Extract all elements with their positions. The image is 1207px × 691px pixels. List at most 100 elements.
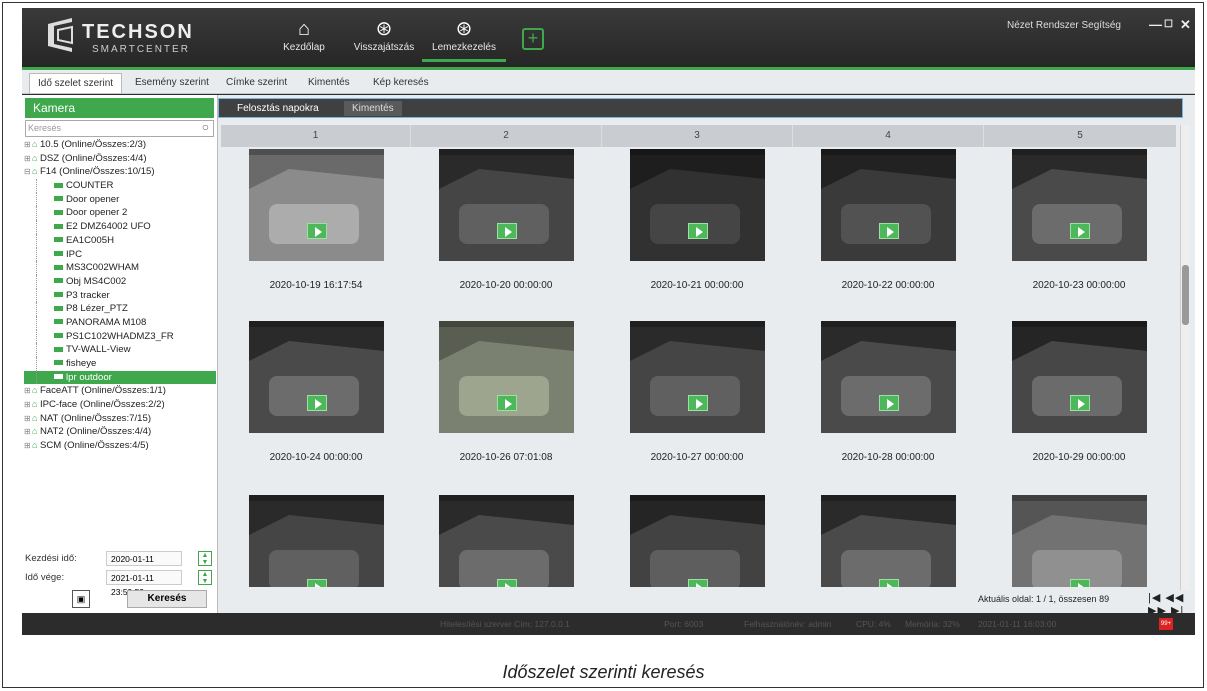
split-by-day-button[interactable]: Felosztás napokra bbox=[229, 101, 327, 116]
end-time-field[interactable]: 2021-01-11 23:59:59 bbox=[106, 570, 182, 597]
maximize-button[interactable]: ☐ bbox=[1164, 19, 1173, 30]
site-icon: ⌂ bbox=[32, 385, 40, 396]
tree-item[interactable]: fisheye bbox=[24, 357, 216, 371]
nav-playback-label: Visszajátszás bbox=[353, 42, 415, 53]
tree-item[interactable]: TV-WALL-View bbox=[24, 343, 216, 357]
tab-label[interactable]: Címke szerint bbox=[218, 73, 295, 93]
tree-item[interactable]: ⊞⌂ SCM (Online/Összes:4/5) bbox=[24, 439, 216, 453]
tree-item-label: IPC bbox=[66, 248, 82, 260]
expand-icon[interactable]: ⊞ bbox=[24, 384, 32, 398]
expand-icon[interactable]: ⊞ bbox=[24, 412, 32, 426]
expand-icon[interactable]: ⊞ bbox=[24, 138, 32, 152]
collapse-icon[interactable]: ⊟ bbox=[24, 165, 32, 179]
tree-item[interactable]: ⊞⌂ DSZ (Online/Összes:4/4) bbox=[24, 152, 216, 166]
column-header-1: 1 bbox=[221, 125, 411, 147]
recording-thumbnail[interactable] bbox=[249, 495, 384, 587]
recording-thumbnail[interactable] bbox=[439, 149, 574, 261]
recording-thumbnail[interactable] bbox=[630, 149, 765, 261]
play-icon[interactable] bbox=[1070, 223, 1090, 239]
recording-thumbnail[interactable] bbox=[1012, 149, 1147, 261]
tree-item-label: F14 (Online/Összes:10/15) bbox=[39, 166, 155, 178]
tree-item[interactable]: COUNTER bbox=[24, 179, 216, 193]
export-button[interactable]: Kimentés bbox=[344, 101, 402, 116]
play-icon[interactable] bbox=[879, 395, 899, 411]
nav-playback[interactable]: ⊛ Visszajátszás bbox=[342, 16, 426, 62]
play-icon[interactable] bbox=[879, 223, 899, 239]
recording-thumbnail[interactable] bbox=[630, 495, 765, 587]
status-user: Felhasználónév: admin bbox=[744, 619, 832, 629]
camera-search-input[interactable]: Keresés ○ bbox=[25, 120, 214, 137]
play-icon[interactable] bbox=[688, 395, 708, 411]
alert-badge[interactable]: 99+ bbox=[1159, 618, 1173, 630]
start-time-spinner[interactable]: ▲ ▼ bbox=[198, 551, 212, 566]
figure-caption: Időszelet szerinti keresés bbox=[502, 662, 705, 682]
export-icon[interactable]: ▣ bbox=[72, 590, 90, 608]
tree-item[interactable]: PS1C102WHADMZ3_FR bbox=[24, 329, 216, 344]
scrollbar-thumb[interactable] bbox=[1182, 265, 1189, 325]
add-tab-button[interactable]: + bbox=[522, 28, 544, 50]
video-frame bbox=[439, 321, 574, 433]
tree-item[interactable]: PANORAMA M108 bbox=[24, 315, 216, 330]
tree-item[interactable]: EA1C005H bbox=[24, 233, 216, 248]
recording-thumbnail[interactable] bbox=[821, 495, 956, 587]
play-icon[interactable] bbox=[497, 395, 517, 411]
film-reel-icon: ⊛ bbox=[375, 18, 393, 40]
camera-icon bbox=[54, 264, 63, 270]
play-icon[interactable] bbox=[688, 579, 708, 587]
close-button[interactable]: ✕ bbox=[1180, 17, 1191, 33]
tab-event[interactable]: Esemény szerint bbox=[127, 73, 217, 93]
search-button[interactable]: Keresés bbox=[127, 590, 207, 608]
play-icon[interactable] bbox=[307, 223, 327, 239]
home-icon: ⌂ bbox=[297, 18, 311, 40]
play-icon[interactable] bbox=[307, 579, 327, 587]
play-icon[interactable] bbox=[879, 579, 899, 587]
tree-item[interactable]: ⊞⌂ NAT (Online/Összes:7/15) bbox=[24, 412, 216, 426]
tree-item[interactable]: Door opener bbox=[24, 192, 216, 207]
start-time-field[interactable]: 2020-01-11 00:00:00 bbox=[106, 551, 182, 578]
tree-item[interactable]: MS3C002WHAM bbox=[24, 261, 216, 275]
tree-item[interactable]: E2 DMZ64002 UFO bbox=[24, 220, 216, 234]
tree-item[interactable]: ⊞⌂ 10.5 (Online/Összes:2/3) bbox=[24, 138, 216, 152]
recording-thumbnail[interactable] bbox=[439, 321, 574, 433]
tree-item[interactable]: IPC bbox=[24, 247, 216, 262]
play-icon[interactable] bbox=[1070, 395, 1090, 411]
tree-item[interactable]: ⊟⌂ F14 (Online/Összes:10/15) bbox=[24, 165, 216, 179]
end-time-spinner[interactable]: ▲ ▼ bbox=[198, 570, 212, 585]
play-icon[interactable] bbox=[497, 579, 517, 587]
tree-item[interactable]: Obj MS4C002 bbox=[24, 274, 216, 289]
tree-item[interactable]: ⊞⌂ IPC-face (Online/Összes:2/2) bbox=[24, 398, 216, 412]
expand-icon[interactable]: ⊞ bbox=[24, 152, 32, 166]
tab-export[interactable]: Kimentés bbox=[300, 73, 358, 93]
recording-thumbnail[interactable] bbox=[821, 321, 956, 433]
play-icon[interactable] bbox=[497, 223, 517, 239]
recording-thumbnail[interactable] bbox=[821, 149, 956, 261]
tree-item[interactable]: P3 tracker bbox=[24, 288, 216, 303]
nav-home[interactable]: ⌂ Kezdőlap bbox=[262, 16, 346, 62]
recording-thumbnail[interactable] bbox=[439, 495, 574, 587]
expand-icon[interactable]: ⊞ bbox=[24, 439, 32, 453]
expand-icon[interactable]: ⊞ bbox=[24, 398, 32, 412]
tab-time-slice[interactable]: Idő szelet szerint bbox=[29, 73, 123, 93]
tree-item[interactable]: lpr outdoor bbox=[24, 370, 216, 385]
recording-thumbnail[interactable] bbox=[630, 321, 765, 433]
grid-scrollbar[interactable] bbox=[1180, 125, 1190, 590]
tree-item[interactable]: Door opener 2 bbox=[24, 206, 216, 221]
recording-thumbnail[interactable] bbox=[1012, 321, 1147, 433]
tree-item[interactable]: P8 Lézer_PTZ bbox=[24, 302, 216, 316]
search-icon[interactable]: ○ bbox=[202, 120, 209, 135]
menu-bar[interactable]: Nézet Rendszer Segítség bbox=[1007, 20, 1121, 31]
recording-thumbnail[interactable] bbox=[249, 321, 384, 433]
tree-item[interactable]: ⊞⌂ NAT2 (Online/Összes:4/4) bbox=[24, 425, 216, 439]
play-icon[interactable] bbox=[688, 223, 708, 239]
recording-thumbnail[interactable] bbox=[249, 149, 384, 261]
play-icon[interactable] bbox=[307, 395, 327, 411]
camera-icon bbox=[54, 319, 63, 325]
nav-disk[interactable]: ⊛ Lemezkezelés bbox=[422, 16, 506, 62]
play-icon[interactable] bbox=[1070, 579, 1090, 587]
tree-item[interactable]: ⊞⌂ FaceATT (Online/Összes:1/1) bbox=[24, 384, 216, 398]
tab-image-search[interactable]: Kép keresés bbox=[365, 73, 437, 93]
end-time-label: Idő vége: bbox=[25, 572, 65, 583]
minimize-button[interactable]: — bbox=[1149, 17, 1162, 32]
recording-thumbnail[interactable] bbox=[1012, 495, 1147, 587]
expand-icon[interactable]: ⊞ bbox=[24, 425, 32, 439]
